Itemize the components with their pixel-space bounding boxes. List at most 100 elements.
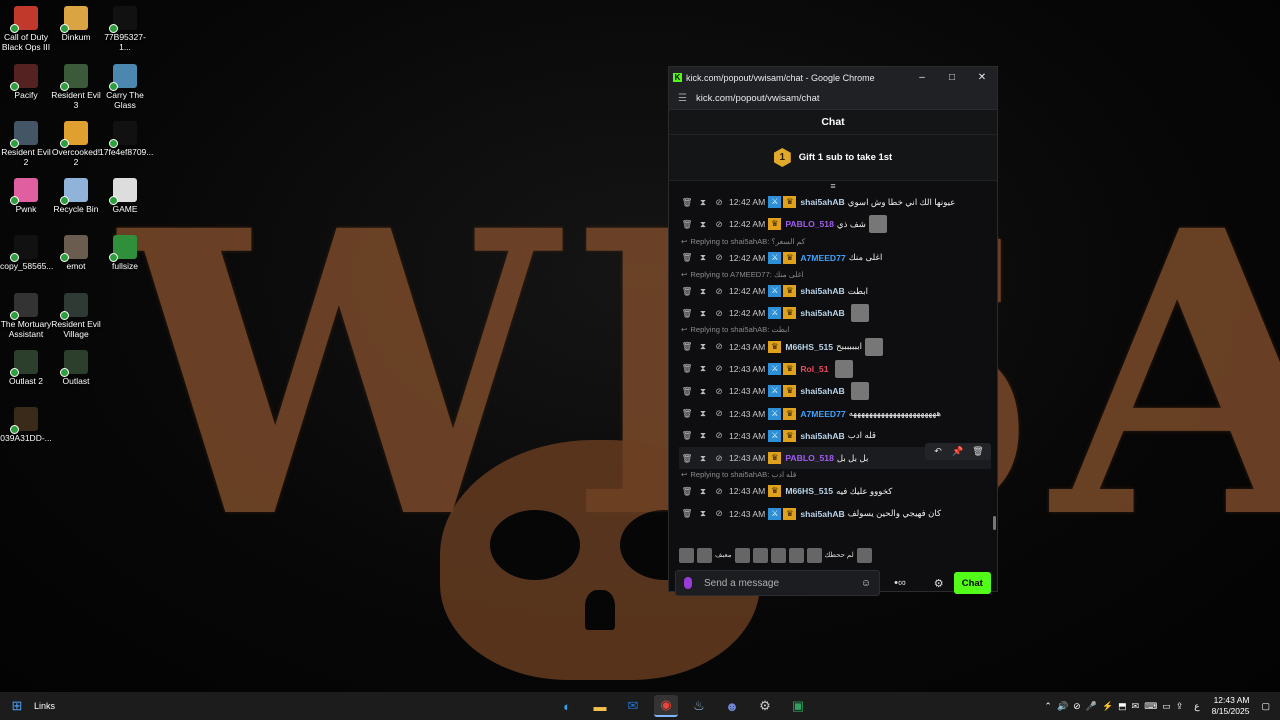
desktop-icon[interactable]: Pacify xyxy=(0,64,52,100)
timeout-icon[interactable]: ⧗ xyxy=(695,252,711,263)
discord-icon[interactable]: ☻ xyxy=(720,695,744,717)
delete-message-icon[interactable]: 🗑 xyxy=(679,219,695,230)
chat-message-list[interactable]: 🗑 ⧗ ⊘ 12:42 AM ⚔ ♛ shai5ahAB عيونها الك اني خطا… xyxy=(669,191,997,546)
timeout-icon[interactable]: ⧗ xyxy=(695,341,711,352)
username[interactable]: PABLO_518 xyxy=(785,453,834,463)
reply-context[interactable]: ↩ Replying to shai5ahAB: ابطت xyxy=(679,324,991,335)
chat-message[interactable]: 🗑 ⧗ ⊘ 12:43 AM ♛ M66HS_515 ابببببببح xyxy=(679,335,991,357)
emote[interactable] xyxy=(697,547,712,563)
username[interactable]: shai5ahAB xyxy=(800,197,844,207)
timeout-icon[interactable]: ⧗ xyxy=(695,286,711,297)
ban-icon[interactable]: ⊘ xyxy=(711,252,727,263)
chat-message[interactable]: 🗑 ⧗ ⊘ 12:43 AM ⚔ ♛ A7MEED77 ههههههههههههههههههه… xyxy=(679,402,991,424)
emote[interactable] xyxy=(679,547,694,563)
chat-message[interactable]: 🗑 ⧗ ⊘ 12:43 AM ⚔ ♛ Rol_51 xyxy=(679,358,991,380)
gear-icon[interactable]: ⚙ xyxy=(934,577,944,590)
excel-like-icon[interactable]: ▣ xyxy=(786,695,810,717)
desktop-icon[interactable]: Recycle Bin xyxy=(50,178,102,214)
desktop-icon[interactable]: The Mortuary Assistant xyxy=(0,293,52,339)
address-bar[interactable]: ☰ kick.com/popout/vwisam/chat xyxy=(669,88,997,110)
file-explorer-icon[interactable]: ▬ xyxy=(588,695,612,717)
desktop-icon[interactable]: emot xyxy=(50,235,102,271)
desktop-icon[interactable]: 039A31DD-... xyxy=(0,407,52,443)
desktop-icon[interactable]: Resident Evil 2 xyxy=(0,121,52,167)
desktop-icon[interactable]: fullsize xyxy=(99,235,151,271)
cheat-tool-icon[interactable]: ⚙ xyxy=(753,695,777,717)
url-text[interactable]: kick.com/popout/vwisam/chat xyxy=(696,93,820,104)
timeout-icon[interactable]: ⧗ xyxy=(695,430,711,441)
ban-icon[interactable]: ⊘ xyxy=(711,308,727,319)
username[interactable]: shai5ahAB xyxy=(800,431,844,441)
ban-icon[interactable]: ⊘ xyxy=(711,453,727,464)
username[interactable]: M66HS_515 xyxy=(785,342,833,352)
timeout-icon[interactable]: ⧗ xyxy=(695,219,711,230)
ban-icon[interactable]: ⊘ xyxy=(711,508,727,519)
desktop-icon[interactable]: copy_58565... xyxy=(0,235,53,271)
desktop-icon[interactable]: GAME xyxy=(99,178,151,214)
delete-message-icon[interactable]: 🗑 xyxy=(679,308,695,319)
chat-scrollbar[interactable] xyxy=(993,516,996,530)
site-settings-icon[interactable]: ☰ xyxy=(678,93,687,104)
minimize-button[interactable]: – xyxy=(907,72,937,83)
chat-message[interactable]: 🗑 ⧗ ⊘ 12:42 AM ⚔ ♛ shai5ahAB ابطت xyxy=(679,280,991,302)
ban-icon[interactable]: ⊘ xyxy=(711,219,727,230)
chat-message[interactable]: 🗑 ⧗ ⊘ 12:43 AM ♛ M66HS_515 كخووو عليك فيه xyxy=(679,480,991,502)
maximize-button[interactable]: □ xyxy=(937,72,967,83)
close-button[interactable]: ✕ xyxy=(967,72,997,83)
desktop-icon[interactable]: Resident Evil Village xyxy=(50,293,102,339)
username[interactable]: shai5ahAB xyxy=(800,386,844,396)
delete-message-icon[interactable]: 🗑 xyxy=(679,286,695,297)
timeout-icon[interactable]: ⧗ xyxy=(695,308,711,319)
edge-icon[interactable]: ◐ xyxy=(555,695,579,717)
channel-points-icon[interactable]: •∞ xyxy=(894,577,924,589)
start-icon[interactable]: ⊞ xyxy=(0,698,34,714)
desktop-icon[interactable]: Overcooked! 2 xyxy=(50,121,102,167)
tray-icon[interactable]: ⊘ xyxy=(1073,701,1081,711)
timeout-icon[interactable]: ⧗ xyxy=(695,486,711,497)
delete-message-icon[interactable]: 🗑 xyxy=(679,197,695,208)
delete-message-icon[interactable]: 🗑 xyxy=(679,408,695,419)
reply-context[interactable]: ↩ Replying to A7MEED77: اغلى منك xyxy=(679,269,991,280)
desktop-icon[interactable]: Carry The Glass xyxy=(99,64,151,110)
emote[interactable] xyxy=(788,547,804,563)
delete-message-icon[interactable]: 🗑 xyxy=(679,508,695,519)
pin-message-icon[interactable]: 📌 xyxy=(949,446,967,457)
emote-text[interactable]: معبف xyxy=(715,551,732,559)
ban-icon[interactable]: ⊘ xyxy=(711,363,727,374)
delete-message-icon[interactable]: 🗑 xyxy=(679,363,695,374)
chat-message[interactable]: 🗑 ⧗ ⊘ 12:42 AM ⚔ ♛ A7MEED77 اغلى منك xyxy=(679,247,991,269)
chrome-popup-window[interactable]: K kick.com/popout/vwisam/chat - Google C… xyxy=(668,66,998,596)
timeout-icon[interactable]: ⧗ xyxy=(695,453,711,464)
emoji-picker-icon[interactable]: ☺ xyxy=(861,578,871,589)
delete-message-icon[interactable]: 🗑 xyxy=(679,453,695,464)
username[interactable]: shai5ahAB xyxy=(800,286,844,296)
message-input-box[interactable]: ☺ xyxy=(675,570,881,596)
emote[interactable] xyxy=(734,547,750,563)
desktop-icon[interactable]: Outlast 2 xyxy=(0,350,52,386)
delete-message-icon[interactable]: 🗑 xyxy=(679,486,695,497)
ban-icon[interactable]: ⊘ xyxy=(711,408,727,419)
username[interactable]: Rol_51 xyxy=(800,364,828,374)
delete-message-icon[interactable]: 🗑 xyxy=(679,341,695,352)
pinned-toggle-icon[interactable]: ≡ xyxy=(669,182,997,191)
tray-icon[interactable]: 🔊 xyxy=(1057,701,1068,711)
outlook-icon[interactable]: ✉ xyxy=(621,695,645,717)
microphone-icon[interactable] xyxy=(684,577,692,589)
desktop-icon[interactable]: 17fe4ef8709... xyxy=(99,121,153,157)
tray-icon[interactable]: ⬒ xyxy=(1118,701,1127,711)
links-toolbar[interactable]: Links xyxy=(34,701,84,711)
tray-icon[interactable]: ▭ xyxy=(1162,701,1171,711)
username[interactable]: PABLO_518 xyxy=(785,219,834,229)
tray-icon[interactable]: 🎤 xyxy=(1086,701,1097,711)
reply-context[interactable]: ↩ Replying to shai5ahAB: قله ادب xyxy=(679,469,991,480)
gift-sub-banner[interactable]: 1 Gift 1 sub to take 1st xyxy=(669,135,997,181)
desktop-icon[interactable]: Outlast xyxy=(50,350,102,386)
reply-icon[interactable]: ↶ xyxy=(929,446,947,457)
chat-message[interactable]: 🗑 ⧗ ⊘ 12:42 AM ♛ PABLO_518 شف ذي xyxy=(679,213,991,235)
send-chat-button[interactable]: Chat xyxy=(953,572,991,594)
desktop-icon[interactable]: Call of Duty Black Ops III xyxy=(0,6,52,52)
chat-message[interactable]: 🗑 ⧗ ⊘ 12:42 AM ⚔ ♛ shai5ahAB xyxy=(679,302,991,324)
username[interactable]: A7MEED77 xyxy=(800,409,845,419)
ban-icon[interactable]: ⊘ xyxy=(711,486,727,497)
chrome-icon[interactable]: ◉ xyxy=(654,695,678,717)
